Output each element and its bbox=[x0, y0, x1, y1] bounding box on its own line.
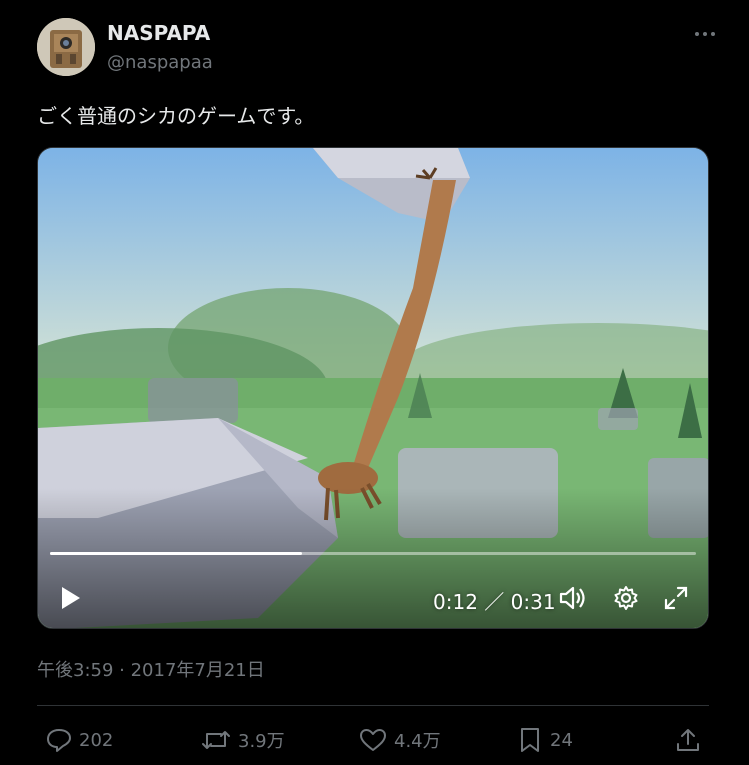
retweet-button[interactable]: 3.9万 bbox=[200, 724, 285, 756]
reply-count: 202 bbox=[79, 729, 114, 751]
video-frame bbox=[38, 148, 708, 628]
share-icon bbox=[677, 729, 699, 751]
bookmark-icon bbox=[521, 728, 539, 752]
retweet-count: 3.9万 bbox=[238, 731, 285, 752]
divider bbox=[37, 705, 709, 706]
tweet: NASPAPA @naspapaa ごく普通のシカのゲームです。 0:12 ／ … bbox=[0, 0, 749, 765]
video-progress-bar[interactable] bbox=[50, 552, 696, 555]
tweet-header: NASPAPA @naspapaa bbox=[37, 18, 719, 78]
reply-button[interactable]: 202 bbox=[45, 724, 113, 756]
settings-gear-icon[interactable] bbox=[612, 584, 640, 612]
avatar[interactable] bbox=[37, 18, 95, 76]
like-heart-icon bbox=[360, 729, 386, 751]
share-button[interactable] bbox=[674, 724, 708, 756]
play-icon[interactable] bbox=[56, 584, 84, 612]
reply-icon bbox=[47, 729, 71, 752]
bookmark-button[interactable]: 24 bbox=[516, 724, 573, 756]
volume-icon[interactable] bbox=[558, 584, 588, 612]
video-player[interactable]: 0:12 ／ 0:31 bbox=[37, 147, 709, 629]
tweet-text: ごく普通のシカのゲームです。 bbox=[37, 104, 315, 128]
author-name[interactable]: NASPAPA bbox=[107, 21, 210, 45]
video-progress-fill bbox=[50, 552, 302, 555]
author-handle[interactable]: @naspapaa bbox=[107, 52, 213, 73]
video-time: 0:12 ／ 0:31 bbox=[433, 590, 556, 614]
like-button[interactable]: 4.4万 bbox=[358, 724, 441, 756]
fullscreen-icon[interactable] bbox=[662, 584, 690, 612]
bookmark-count: 24 bbox=[550, 729, 573, 751]
retweet-icon bbox=[202, 731, 230, 749]
more-icon[interactable] bbox=[691, 22, 719, 46]
like-count: 4.4万 bbox=[394, 731, 441, 752]
tweet-timestamp[interactable]: 午後3:59 · 2017年7月21日 bbox=[37, 656, 265, 682]
